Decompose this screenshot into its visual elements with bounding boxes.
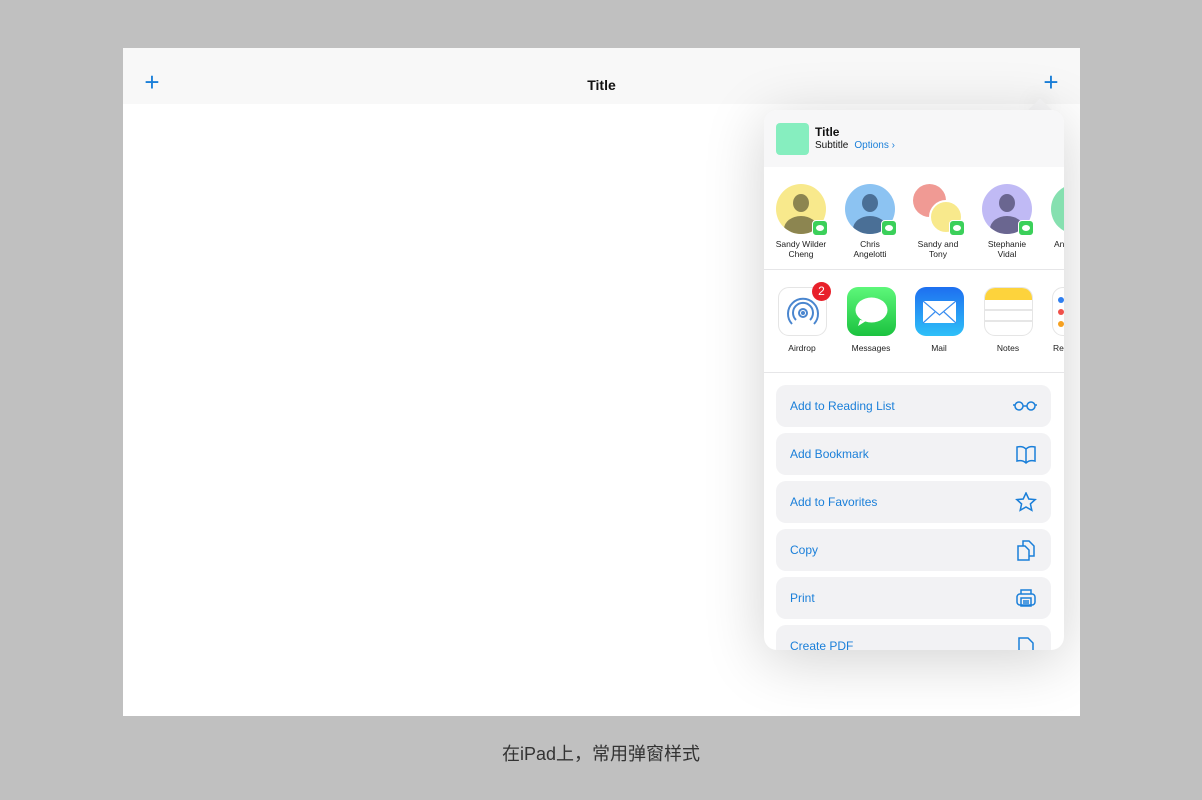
reminders-icon xyxy=(1052,287,1064,336)
notes-icon xyxy=(983,287,1033,336)
action-label: Add to Favorites xyxy=(790,495,878,509)
contact-item[interactable]: An xyxy=(1041,184,1064,249)
glasses-icon xyxy=(1013,401,1037,411)
star-icon xyxy=(1015,492,1037,512)
app-label: Re xyxy=(1053,343,1064,353)
nav-title: Title xyxy=(587,77,616,93)
app-label: Messages xyxy=(851,343,891,353)
caption: 在iPad上，常用弹窗样式 xyxy=(501,744,701,764)
share-title: Title xyxy=(815,125,840,139)
document-icon xyxy=(1018,637,1034,650)
contact-item[interactable]: Chris Angelotti xyxy=(835,184,905,259)
action-add-bookmark[interactable]: Add Bookmark xyxy=(776,433,1051,475)
contact-item[interactable]: Sandy and Tony xyxy=(903,184,973,259)
app-label: Mail xyxy=(931,343,947,353)
book-icon xyxy=(1016,445,1036,464)
contact-name: Vidal xyxy=(997,249,1017,259)
action-add-to-reading-list[interactable]: Add to Reading List xyxy=(776,385,1051,427)
app-airdrop[interactable]: 2 Airdrop xyxy=(767,282,837,353)
plus-icon[interactable]: + xyxy=(1041,69,1061,95)
avatar xyxy=(1051,184,1064,234)
contact-name: Sandy Wilder xyxy=(775,239,827,249)
action-create-pdf[interactable]: Create PDF xyxy=(776,625,1051,650)
navigation-bar: + Title + xyxy=(123,48,1080,104)
share-popover: Title Subtitle Options › Sandy Wilder Chen… xyxy=(764,110,1064,650)
contact-name: Chris xyxy=(860,239,880,249)
app-label: Airdrop xyxy=(788,343,816,353)
mail-icon xyxy=(914,287,964,336)
contact-item[interactable]: Sandy Wilder Cheng xyxy=(766,184,836,259)
thumbnail xyxy=(776,123,809,155)
app-messages[interactable]: Messages xyxy=(836,287,906,353)
messages-badge-icon xyxy=(949,220,965,236)
action-label: Add Bookmark xyxy=(790,447,869,461)
contact-name: Stephanie xyxy=(987,239,1027,249)
app-mail[interactable]: Mail xyxy=(904,287,974,353)
contact-name: An xyxy=(1054,239,1064,249)
app-label: Notes xyxy=(996,343,1020,353)
action-copy[interactable]: Copy xyxy=(776,529,1051,571)
action-print[interactable]: Print xyxy=(776,577,1051,619)
contact-name: Tony xyxy=(929,249,947,259)
copy-icon xyxy=(1017,540,1035,561)
printer-icon xyxy=(1016,589,1036,607)
ipad-screen: + Title + Title Subtitle Options › Sandy … xyxy=(123,48,1080,716)
options-link[interactable]: Options › xyxy=(854,140,895,151)
contact-name: Cheng xyxy=(788,249,814,259)
notification-badge: 2 xyxy=(812,282,831,301)
apps-row: 2 Airdrop Messages Mail Notes Re xyxy=(764,271,1064,373)
contact-name: Sandy and xyxy=(917,239,959,249)
action-add-to-favorites[interactable]: Add to Favorites xyxy=(776,481,1051,523)
contacts-row: Sandy Wilder Cheng Chris Angelotti Sandy a… xyxy=(764,167,1064,270)
share-header: Title Subtitle Options › xyxy=(764,110,1064,167)
messages-badge-icon xyxy=(881,220,897,236)
messages-badge-icon xyxy=(1018,220,1034,236)
action-label: Add to Reading List xyxy=(790,399,895,413)
share-subtitle: Subtitle xyxy=(815,140,849,151)
action-label: Copy xyxy=(790,543,819,557)
action-label: Create PDF xyxy=(790,639,854,650)
messages-badge-icon xyxy=(812,220,828,236)
app-notes[interactable]: Notes xyxy=(973,287,1043,353)
action-label: Print xyxy=(790,591,815,605)
contact-item[interactable]: Stephanie Vidal xyxy=(972,184,1042,259)
app-reminders[interactable]: Re xyxy=(1042,287,1064,353)
messages-icon xyxy=(846,287,896,336)
contact-name: Angelotti xyxy=(853,249,887,259)
